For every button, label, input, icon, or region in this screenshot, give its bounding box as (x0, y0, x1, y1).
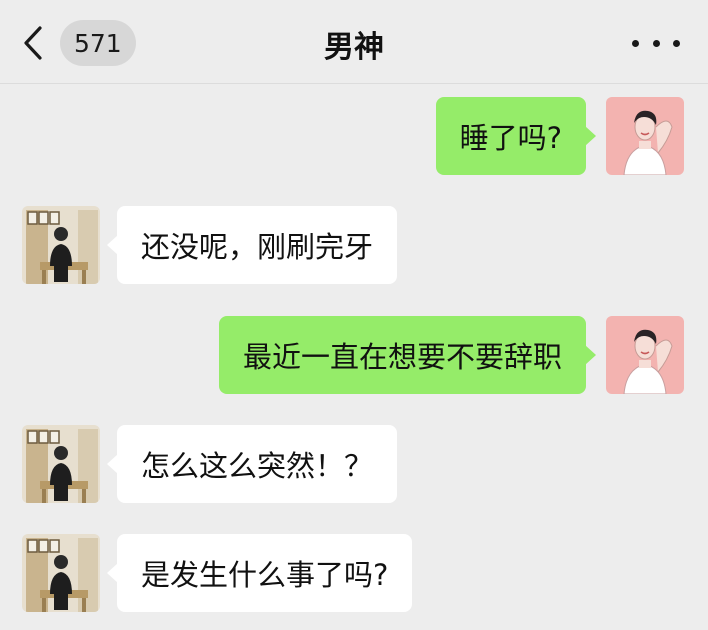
woman-illustration-avatar (606, 316, 684, 394)
message-text: 睡了吗? (459, 121, 562, 155)
man-photo-avatar (22, 206, 100, 284)
message-text: 是发生什么事了吗? (141, 558, 389, 592)
message-row-received: 是发生什么事了吗? (0, 534, 708, 612)
message-bubble-received[interactable]: 是发生什么事了吗? (107, 534, 413, 612)
chat-title: 男神 (324, 30, 384, 65)
message-text: 还没呢，刚刷完牙 (141, 230, 374, 264)
message-bubble-received[interactable]: 怎么这么突然！？ (107, 425, 398, 503)
chat-header: 571 男神 (0, 0, 708, 84)
contact-avatar[interactable] (22, 534, 100, 612)
message-row-received: 还没呢，刚刷完牙 (0, 206, 708, 284)
bubble-tail (585, 345, 596, 365)
man-photo-avatar (22, 534, 100, 612)
message-row-sent: 睡了吗? (0, 97, 708, 175)
more-dots-icon (673, 39, 680, 47)
contact-avatar[interactable] (22, 206, 100, 284)
contact-avatar[interactable] (22, 425, 100, 503)
bubble-tail (107, 454, 118, 474)
man-photo-avatar (22, 425, 100, 503)
more-dots-icon (632, 39, 639, 47)
message-text: 最近一直在想要不要辞职 (242, 340, 562, 374)
self-avatar[interactable] (606, 97, 684, 175)
message-bubble-sent[interactable]: 睡了吗? (435, 97, 596, 175)
message-row-received: 怎么这么突然！？ (0, 425, 708, 503)
more-dots-icon (652, 39, 660, 47)
message-bubble-sent[interactable]: 最近一直在想要不要辞职 (218, 316, 596, 394)
message-row-sent: 最近一直在想要不要辞职 (0, 316, 708, 394)
message-text: 怎么这么突然！？ (141, 449, 374, 483)
message-bubble-received[interactable]: 还没呢，刚刷完牙 (107, 206, 398, 284)
bubble-tail (585, 126, 596, 146)
bubble-tail (107, 235, 118, 255)
bubble-tail (107, 563, 118, 583)
more-button[interactable] (632, 26, 680, 60)
chat-screen: 571 男神 睡了吗? 还没呢，刚刷完牙 最近一直在想要不要辞职 怎么这么突然！… (0, 0, 708, 630)
self-avatar[interactable] (606, 316, 684, 394)
woman-illustration-avatar (606, 97, 684, 175)
